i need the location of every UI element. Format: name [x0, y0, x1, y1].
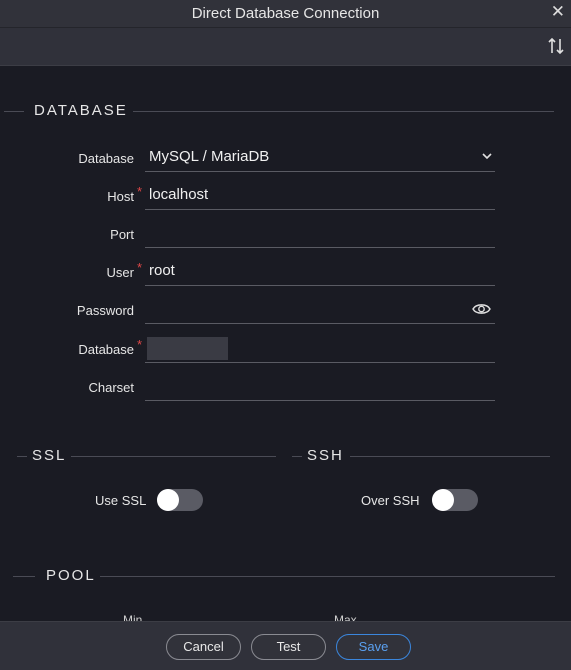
row-database-name: Database *: [0, 335, 571, 373]
section-divider: [71, 456, 276, 457]
row-password: Password: [0, 296, 571, 334]
section-divider: [100, 576, 555, 577]
section-title-ssl: SSL: [32, 447, 67, 464]
row-port: Port: [0, 220, 571, 258]
section-divider: [13, 576, 35, 577]
save-button[interactable]: Save: [336, 634, 411, 660]
section-divider: [4, 111, 24, 112]
use-ssl-toggle[interactable]: [157, 489, 203, 511]
chevron-down-icon: [482, 153, 492, 160]
database-type-select[interactable]: MySQL / MariaDB: [145, 144, 495, 172]
port-label: Port: [110, 227, 134, 242]
sort-icon[interactable]: [547, 36, 565, 56]
port-input[interactable]: [145, 220, 495, 248]
required-marker: *: [137, 184, 143, 199]
section-divider: [17, 456, 27, 457]
toggle-knob: [432, 489, 454, 511]
user-value: root: [149, 262, 175, 279]
title-bar: Direct Database Connection ✕: [0, 0, 571, 28]
charset-label: Charset: [88, 380, 134, 395]
database-name-label: Database: [78, 342, 134, 357]
database-type-value: MySQL / MariaDB: [149, 148, 270, 165]
section-divider: [350, 456, 550, 457]
toolbar: [0, 28, 571, 66]
database-type-label: Database: [78, 151, 134, 166]
user-input[interactable]: root: [145, 258, 495, 286]
form-content: DATABASE Database MySQL / MariaDB Host *…: [0, 66, 571, 621]
row-database-type: Database MySQL / MariaDB: [0, 144, 571, 182]
user-label: User: [106, 265, 134, 280]
cancel-button[interactable]: Cancel: [166, 634, 241, 660]
password-input[interactable]: [145, 296, 495, 324]
section-title-ssh: SSH: [307, 447, 344, 464]
section-title-database: DATABASE: [34, 102, 128, 119]
toggle-knob: [157, 489, 179, 511]
row-charset: Charset: [0, 373, 571, 411]
test-button[interactable]: Test: [251, 634, 326, 660]
over-ssh-toggle[interactable]: [432, 489, 478, 511]
section-divider: [133, 111, 554, 112]
redacted-value: [147, 337, 228, 360]
section-title-pool: POOL: [46, 567, 96, 584]
row-host: Host * localhost: [0, 182, 571, 220]
host-label: Host: [107, 189, 134, 204]
use-ssl-label: Use SSL: [95, 493, 147, 508]
section-divider: [292, 456, 302, 457]
password-label: Password: [76, 303, 134, 318]
dialog-footer: Cancel Test Save: [0, 621, 571, 670]
row-user: User * root: [0, 258, 571, 296]
over-ssh-label: Over SSH: [361, 493, 420, 508]
charset-input[interactable]: [145, 373, 495, 401]
required-marker: *: [137, 337, 143, 352]
required-marker: *: [137, 260, 143, 275]
database-name-input[interactable]: [145, 335, 495, 363]
pool-min-label: Min: [123, 613, 143, 621]
window-title: Direct Database Connection: [191, 5, 380, 22]
host-input[interactable]: localhost: [145, 182, 495, 210]
eye-icon[interactable]: [472, 302, 491, 316]
host-value: localhost: [149, 186, 209, 203]
pool-max-label: Max: [334, 613, 357, 621]
close-icon[interactable]: ✕: [551, 2, 565, 22]
